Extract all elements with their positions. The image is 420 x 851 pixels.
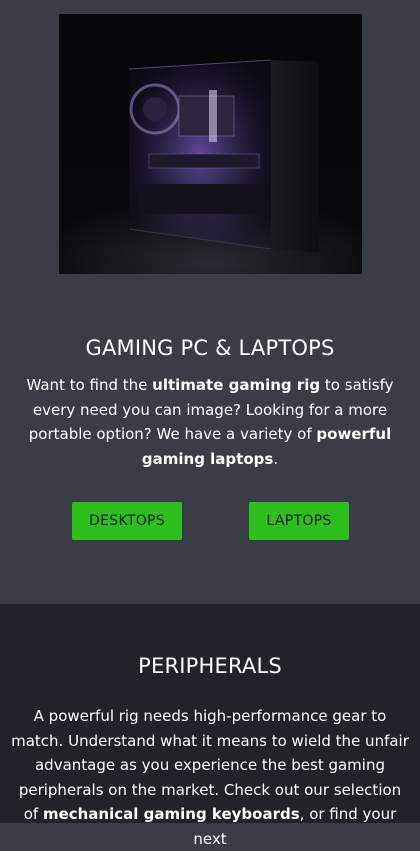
peripherals-section-description: A powerful rig needs high-performance ge… [10,704,410,851]
desktops-button[interactable]: DESKTOPS [72,502,182,540]
mechanical-gaming-keyboards-link[interactable]: mechanical gaming keyboards [43,805,300,823]
gaming-body-text: . [273,449,279,468]
gaming-pc-image [59,14,362,274]
gaming-body-text: Want to find the [26,376,153,394]
peripherals-section: PERIPHERALS A powerful rig needs high-pe… [0,604,420,848]
gaming-section-title: GAMING PC & LAPTOPS [85,336,335,360]
gaming-section-description: Want to find the ultimate gaming rig to … [24,373,396,471]
gaming-pc-section: GAMING PC & LAPTOPS Want to find the ult… [0,0,420,604]
peripherals-section-title: PERIPHERALS [138,654,282,678]
laptops-button[interactable]: LAPTOPS [249,502,349,540]
ultimate-gaming-rig-text: ultimate gaming rig [152,376,321,394]
